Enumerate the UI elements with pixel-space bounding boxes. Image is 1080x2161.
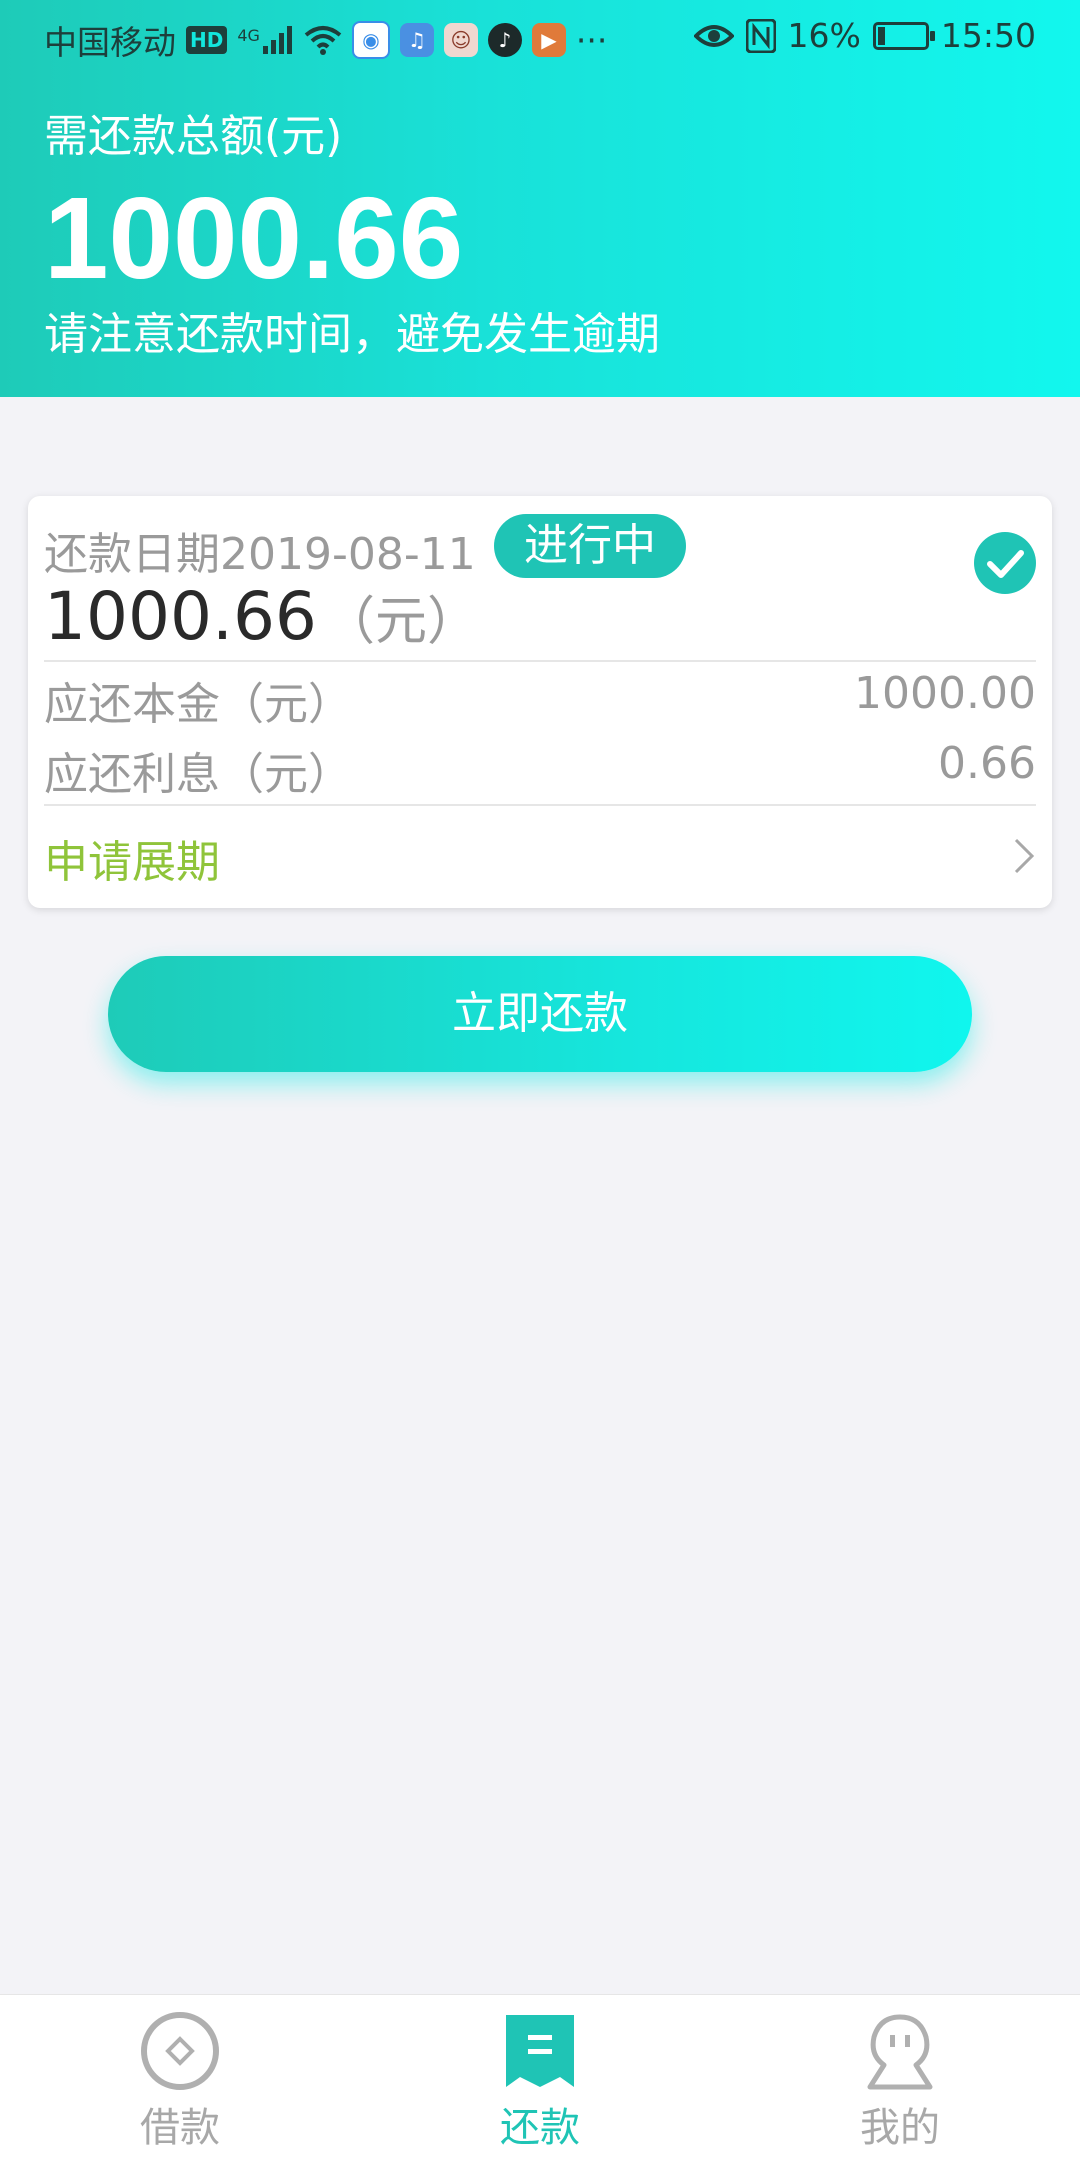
battery-level [877, 26, 885, 45]
principal-value: 1000.00 [854, 668, 1036, 719]
video-app-icon: ▶ [531, 23, 566, 57]
installment-amount-unit: （元） [322, 592, 479, 652]
header-banner: 中国移动 HD 4G ◉ ♫ ☺ ♪ ▶ ··· 16% 15:50 需还款总额… [0, 0, 1080, 397]
apply-extension-link[interactable]: 申请展期 [44, 826, 220, 890]
total-due-label: 需还款总额(元) [44, 111, 343, 162]
tab-repay-label: 还款 [500, 2105, 580, 2151]
status-left: 中国移动 HD 4G ◉ ♫ ☺ ♪ ▶ ··· [44, 16, 607, 64]
chevron-right-icon[interactable] [1010, 836, 1038, 876]
installment-amount-value: 1000.66 [44, 578, 317, 655]
repayment-card[interactable]: 还款日期2019-08-11 进行中 1000.66 （元） 应还本金（元） 10… [28, 496, 1052, 908]
tab-mine-label: 我的 [860, 2105, 940, 2151]
pay-now-button[interactable]: 立即还款 [108, 956, 972, 1072]
repayment-date: 还款日期2019-08-11 [44, 529, 476, 580]
profile-icon [867, 2014, 933, 2090]
battery-icon [872, 21, 935, 50]
status-badge: 进行中 [494, 514, 686, 578]
status-right: 16% 15:50 [693, 16, 1036, 55]
network-type: 4G [237, 26, 260, 45]
wifi-icon [304, 26, 342, 55]
carrier-name: 中国移动 [44, 23, 176, 62]
principal-label: 应还本金（元） [44, 679, 352, 730]
more-notifications-icon: ··· [575, 20, 608, 60]
due-notice: 请注意还款时间，避免发生逾期 [44, 309, 660, 360]
network-indicator: 4G [237, 26, 294, 54]
chat-app-icon: ◉ [351, 21, 390, 59]
eye-icon [693, 24, 734, 47]
divider [44, 804, 1036, 806]
tab-loan-label: 借款 [140, 2105, 220, 2151]
clock: 15:50 [940, 16, 1036, 55]
tab-loan[interactable]: 借款 [80, 1995, 280, 2161]
interest-label: 应还利息（元） [44, 749, 352, 800]
battery-percent: 16% [787, 16, 861, 55]
installment-amount: 1000.66 （元） [44, 578, 479, 655]
divider [44, 660, 1036, 662]
tab-repay[interactable]: 还款 [440, 1995, 640, 2161]
hd-badge: HD [186, 26, 228, 54]
avatar-app-icon: ☺ [443, 23, 478, 57]
signal-icon [262, 26, 292, 54]
total-due-amount: 1000.66 [44, 173, 464, 303]
loan-icon [141, 2012, 219, 2090]
interest-value: 0.66 [938, 738, 1036, 789]
bottom-nav: 借款 还款 我的 [0, 1994, 1080, 2161]
repay-icon [506, 2015, 574, 2087]
status-bar: 中国移动 HD 4G ◉ ♫ ☺ ♪ ▶ ··· 16% 15:50 [0, 0, 1080, 74]
tiktok-app-icon: ♪ [487, 23, 522, 57]
tab-mine[interactable]: 我的 [800, 1995, 1000, 2161]
check-icon[interactable] [974, 532, 1036, 594]
nfc-icon [745, 18, 776, 53]
music-app-icon: ♫ [399, 23, 434, 57]
